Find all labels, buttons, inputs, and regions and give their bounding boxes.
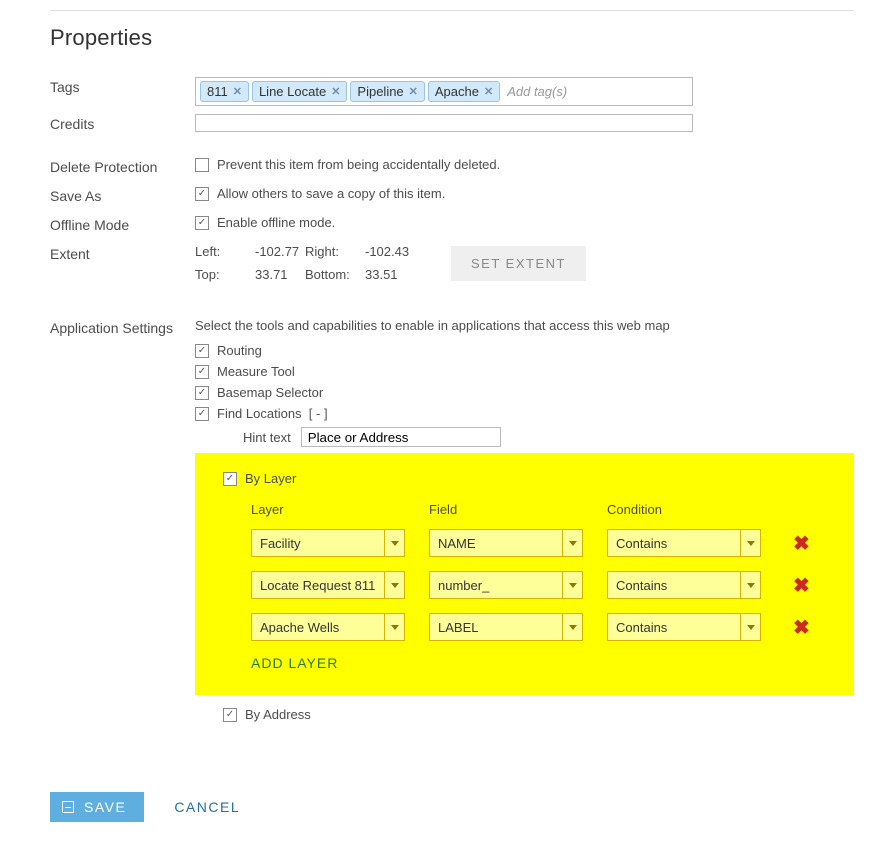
tag-text: Line Locate <box>259 84 326 99</box>
hint-text-input[interactable] <box>301 427 501 447</box>
find-locations-label: Find Locations <box>217 406 302 421</box>
extent-top-value: 33.71 <box>255 267 305 282</box>
divider-top <box>50 10 854 11</box>
tag-remove-icon[interactable]: ✕ <box>233 85 242 98</box>
chevron-down-icon[interactable] <box>384 614 404 640</box>
col-header-condition: Condition <box>607 502 785 517</box>
offline-mode-checkbox[interactable] <box>195 216 209 230</box>
chevron-down-icon[interactable] <box>562 530 582 556</box>
condition-select[interactable]: Contains <box>607 529 761 557</box>
delete-row-icon[interactable]: ✖ <box>793 531 810 556</box>
measure-checkbox[interactable] <box>195 365 209 379</box>
layer-row: Apache Wells LABEL Contains ✖ <box>251 613 834 641</box>
credits-input[interactable] <box>195 114 693 132</box>
tags-input[interactable]: 811 ✕ Line Locate ✕ Pipeline ✕ Apache ✕ … <box>195 77 693 106</box>
tag-remove-icon[interactable]: ✕ <box>409 85 418 98</box>
save-icon <box>62 801 74 813</box>
offline-mode-text: Enable offline mode. <box>217 215 335 230</box>
chevron-down-icon[interactable] <box>740 572 760 598</box>
condition-select[interactable]: Contains <box>607 571 761 599</box>
label-delete-protection: Delete Protection <box>50 157 195 175</box>
extent-right-label: Right: <box>305 244 365 259</box>
save-button[interactable]: SAVE <box>50 792 144 822</box>
extent-top-label: Top: <box>195 267 255 282</box>
layer-select-value: Locate Request 811 <box>252 578 384 593</box>
layer-row: Locate Request 811 number_ Contains ✖ <box>251 571 834 599</box>
delete-row-icon[interactable]: ✖ <box>793 615 810 640</box>
label-offline-mode: Offline Mode <box>50 215 195 233</box>
delete-protection-text: Prevent this item from being accidentall… <box>217 157 500 172</box>
field-select-value: number_ <box>430 578 562 593</box>
routing-checkbox[interactable] <box>195 344 209 358</box>
extent-right-value: -102.43 <box>365 244 421 259</box>
tag-item[interactable]: Line Locate ✕ <box>252 81 347 102</box>
tag-item[interactable]: Apache ✕ <box>428 81 500 102</box>
tag-remove-icon[interactable]: ✕ <box>484 85 493 98</box>
tag-text: 811 <box>207 84 228 99</box>
layer-select-value: Facility <box>252 536 384 551</box>
field-select-value: NAME <box>430 536 562 551</box>
field-select-value: LABEL <box>430 620 562 635</box>
chevron-down-icon[interactable] <box>384 572 404 598</box>
tags-placeholder: Add tag(s) <box>507 84 567 99</box>
extent-left-label: Left: <box>195 244 255 259</box>
tag-item[interactable]: 811 ✕ <box>200 81 249 102</box>
layer-select-value: Apache Wells <box>252 620 384 635</box>
section-title: Properties <box>50 25 854 51</box>
label-extent: Extent <box>50 244 195 262</box>
by-layer-label: By Layer <box>245 471 296 486</box>
set-extent-button[interactable]: SET EXTENT <box>451 246 586 281</box>
layer-select[interactable]: Facility <box>251 529 405 557</box>
routing-label: Routing <box>217 343 262 358</box>
by-layer-panel: By Layer Layer Field Condition Facility … <box>195 453 854 695</box>
label-save-as: Save As <box>50 186 195 204</box>
tag-item[interactable]: Pipeline ✕ <box>350 81 424 102</box>
label-tags: Tags <box>50 77 195 95</box>
measure-label: Measure Tool <box>217 364 295 379</box>
save-as-text: Allow others to save a copy of this item… <box>217 186 445 201</box>
add-layer-button[interactable]: ADD LAYER <box>251 655 834 671</box>
appsettings-intro: Select the tools and capabilities to ena… <box>195 318 854 333</box>
extent-bottom-value: 33.51 <box>365 267 421 282</box>
col-header-layer: Layer <box>251 502 429 517</box>
chevron-down-icon[interactable] <box>384 530 404 556</box>
chevron-down-icon[interactable] <box>740 530 760 556</box>
label-application-settings: Application Settings <box>50 318 195 336</box>
layer-select[interactable]: Locate Request 811 <box>251 571 405 599</box>
field-select[interactable]: NAME <box>429 529 583 557</box>
find-locations-checkbox[interactable] <box>195 407 209 421</box>
extent-left-value: -102.77 <box>255 244 305 259</box>
hint-text-label: Hint text <box>243 430 291 445</box>
field-select[interactable]: LABEL <box>429 613 583 641</box>
condition-select[interactable]: Contains <box>607 613 761 641</box>
condition-select-value: Contains <box>608 620 740 635</box>
label-credits: Credits <box>50 114 195 132</box>
save-button-label: SAVE <box>84 799 126 815</box>
field-select[interactable]: number_ <box>429 571 583 599</box>
cancel-button[interactable]: CANCEL <box>174 799 240 815</box>
save-as-checkbox[interactable] <box>195 187 209 201</box>
extent-bottom-label: Bottom: <box>305 267 365 282</box>
condition-select-value: Contains <box>608 536 740 551</box>
condition-select-value: Contains <box>608 578 740 593</box>
by-layer-checkbox[interactable] <box>223 472 237 486</box>
extent-grid: Left: -102.77 Right: -102.43 Top: 33.71 … <box>195 244 421 282</box>
tag-remove-icon[interactable]: ✕ <box>331 85 340 98</box>
tag-text: Apache <box>435 84 479 99</box>
delete-row-icon[interactable]: ✖ <box>793 573 810 598</box>
by-address-label: By Address <box>245 707 311 722</box>
chevron-down-icon[interactable] <box>562 614 582 640</box>
basemap-label: Basemap Selector <box>217 385 323 400</box>
chevron-down-icon[interactable] <box>740 614 760 640</box>
chevron-down-icon[interactable] <box>562 572 582 598</box>
layer-row: Facility NAME Contains ✖ <box>251 529 834 557</box>
delete-protection-checkbox[interactable] <box>195 158 209 172</box>
layer-select[interactable]: Apache Wells <box>251 613 405 641</box>
tag-text: Pipeline <box>357 84 403 99</box>
by-address-checkbox[interactable] <box>223 708 237 722</box>
col-header-field: Field <box>429 502 607 517</box>
find-locations-collapse-toggle[interactable]: [ - ] <box>309 406 328 421</box>
basemap-checkbox[interactable] <box>195 386 209 400</box>
